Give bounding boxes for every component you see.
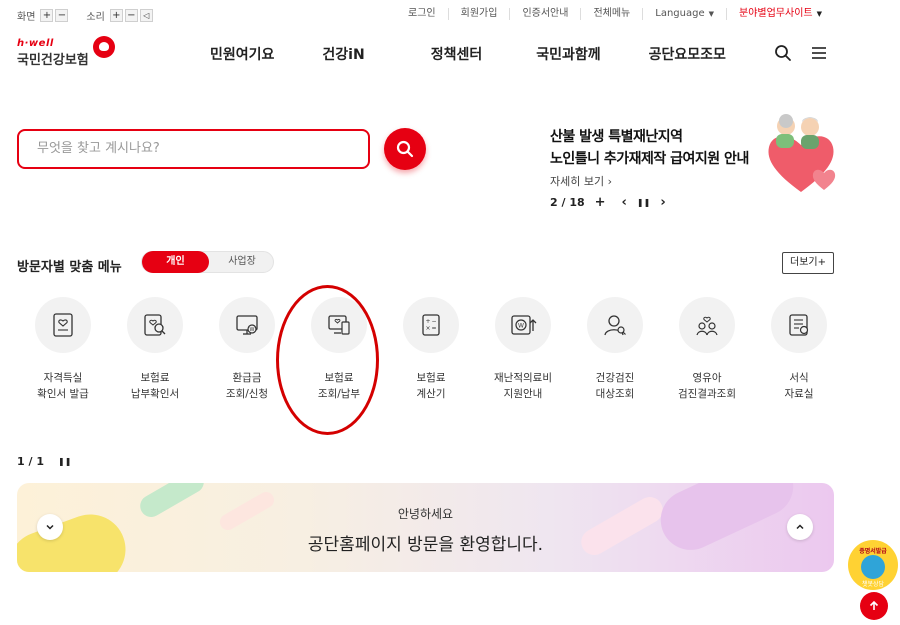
tab-individual[interactable]: 개인 <box>142 251 209 273</box>
all-menu-link[interactable]: 전체메뉴 <box>580 8 642 20</box>
won-support-icon: W <box>495 297 551 353</box>
elderly-couple-heart-illustration <box>768 114 836 192</box>
sound-label: 소리 <box>86 12 105 23</box>
menu-page-counter: 1 / 1 <box>17 455 44 468</box>
menu-item-label: 건강검진 대상조회 <box>595 372 635 400</box>
banner-controls: 2 / 18 + ‹ ❚❚ › <box>550 195 666 210</box>
signup-link[interactable]: 회원가입 <box>447 8 510 20</box>
banner-plus-button[interactable]: + <box>595 195 606 210</box>
monitor-refund-icon: W <box>219 297 275 353</box>
chatbot-badge-top: 증명서발급 <box>859 548 887 555</box>
visitor-type-toggle: 개인 사업장 <box>141 251 274 273</box>
more-button[interactable]: 더보기+ <box>782 252 834 274</box>
welcome-message: 공단홈페이지 방문을 환영합니다. <box>307 535 544 555</box>
banner-counter: 2 / 18 <box>550 196 585 209</box>
arrow-up-icon <box>869 600 879 610</box>
search-input[interactable]: 무엇을 찾고 계시나요? <box>17 129 370 169</box>
banner-next-button[interactable]: › <box>660 195 665 210</box>
menu-item-label: 보험료 계산기 <box>416 372 446 400</box>
red-circle-annotation <box>276 285 379 435</box>
person-search-icon <box>587 297 643 353</box>
screen-size-label: 화면 <box>17 12 36 23</box>
nav-civil-service[interactable]: 민원여기요 <box>210 44 274 64</box>
search-icon[interactable] <box>774 44 792 62</box>
form-document-icon <box>771 297 827 353</box>
banner-prev-button[interactable]: ‹ <box>622 195 627 210</box>
main-header: h·well 국민건강보험 민원여기요 건강iN 정책센터 국민과함께 공단요모… <box>0 30 900 80</box>
language-label: Language <box>655 8 705 19</box>
hamburger-menu-icon[interactable] <box>810 44 828 62</box>
calculator-icon: + − × = <box>403 297 459 353</box>
nav-health-in[interactable]: 건강iN <box>322 44 364 64</box>
visitor-menu-list: 자격득실 확인서 발급 보험료 납부확인서 W 환급금 조회/신청 보험료 조회… <box>17 297 837 417</box>
chevron-down-icon <box>46 524 54 530</box>
login-link[interactable]: 로그인 <box>396 8 448 20</box>
screen-zoom-out-button[interactable]: − <box>55 9 69 22</box>
nav-policy-center[interactable]: 정책센터 <box>431 44 483 64</box>
menu-pager: 1 / 1 ❚❚ <box>17 455 71 468</box>
menu-item-form-archive[interactable]: 서식 자료실 <box>753 297 845 402</box>
speaker-icon[interactable]: ◁ <box>139 9 153 22</box>
header-icons <box>774 44 828 62</box>
svg-text:×: × <box>425 325 430 332</box>
banner-pause-button[interactable]: ❚❚ <box>637 198 650 207</box>
search-icon <box>396 140 414 158</box>
visitor-menu-title: 방문자별 맞춤 메뉴 <box>17 260 122 275</box>
language-select[interactable]: Language ▼ <box>642 8 726 20</box>
search-submit-button[interactable] <box>384 128 426 170</box>
chatbot-mascot-icon <box>861 555 885 579</box>
menu-pause-button[interactable]: ❚❚ <box>58 457 71 466</box>
site-logo[interactable]: h·well 국민건강보험 <box>17 36 115 68</box>
field-site-select[interactable]: 분야별업무사이트 ▼ <box>726 8 834 20</box>
welcome-greeting: 안녕하세요 <box>397 507 454 521</box>
volume-up-button[interactable]: + <box>109 9 123 22</box>
svg-text:=: = <box>431 325 436 332</box>
logo-name: 국민건강보험 <box>17 53 89 68</box>
banner-more-link[interactable]: 자세히 보기 › <box>550 173 612 189</box>
caret-down-icon: ▼ <box>708 10 714 18</box>
menu-item-label: 보험료 납부확인서 <box>130 372 180 400</box>
banner-title-line2: 노인틀니 추가재제작 급여지원 안내 <box>550 151 749 167</box>
svg-text:W: W <box>250 327 255 333</box>
logo-hwell: h·well <box>17 38 54 49</box>
welcome-collapse-button[interactable] <box>787 514 813 540</box>
document-search-icon <box>127 297 183 353</box>
field-site-label: 분야별업무사이트 <box>739 8 813 19</box>
svg-text:−: − <box>431 318 436 325</box>
tab-business[interactable]: 사업장 <box>209 252 275 272</box>
utility-links: 로그인 회원가입 인증서안내 전체메뉴 Language ▼ 분야별업무사이트 ▼ <box>396 8 834 20</box>
menu-item-label: 서식 자료실 <box>784 372 814 400</box>
nav-about-agency[interactable]: 공단요모조모 <box>649 44 726 64</box>
id-card-heart-icon <box>35 297 91 353</box>
chevron-up-icon <box>796 524 804 530</box>
menu-item-health-checkup-target[interactable]: 건강검진 대상조회 <box>569 297 661 402</box>
caret-down-icon: ▼ <box>816 10 822 18</box>
nav-with-people[interactable]: 국민과함께 <box>536 44 600 64</box>
svg-text:W: W <box>518 323 524 330</box>
banner-title[interactable]: 산불 발생 특별재난지역 노인틀니 추가재제작 급여지원 안내 <box>550 126 749 170</box>
welcome-banner: 안녕하세요 공단홈페이지 방문을 환영합니다. <box>17 483 834 572</box>
menu-item-payment-confirmation[interactable]: 보험료 납부확인서 <box>109 297 201 402</box>
global-nav: 민원여기요 건강iN 정책센터 국민과함께 공단요모조모 <box>190 44 726 64</box>
menu-item-catastrophic-medical[interactable]: W 재난적의료비 지원안내 <box>477 297 569 402</box>
menu-item-label: 영유아 검진결과조회 <box>678 372 736 400</box>
utility-bar: 화면 + − 소리 + − ◁ 로그인 회원가입 인증서안내 전체메뉴 Lang… <box>0 0 900 30</box>
svg-text:+: + <box>425 318 430 325</box>
banner-title-line1: 산불 발생 특별재난지역 <box>550 129 683 145</box>
menu-item-premium-calculator[interactable]: + − × = 보험료 계산기 <box>385 297 477 402</box>
heart-logo-icon <box>93 36 115 58</box>
menu-item-infant-checkup-result[interactable]: 영유아 검진결과조회 <box>661 297 753 402</box>
screen-zoom-in-button[interactable]: + <box>40 9 54 22</box>
accessibility-controls: 화면 + − 소리 + − ◁ <box>17 8 155 23</box>
welcome-expand-button[interactable] <box>37 514 63 540</box>
scroll-top-button[interactable] <box>860 592 888 620</box>
chatbot-badge[interactable]: 증명서발급 챗봇상담 <box>848 540 898 590</box>
certificate-guide-link[interactable]: 인증서안내 <box>509 8 580 20</box>
menu-item-qualification-certificate[interactable]: 자격득실 확인서 발급 <box>17 297 109 402</box>
volume-down-button[interactable]: − <box>124 9 138 22</box>
menu-item-label: 재난적의료비 지원안내 <box>494 372 552 400</box>
chatbot-badge-bottom: 챗봇상담 <box>861 581 885 588</box>
menu-item-label: 자격득실 확인서 발급 <box>37 372 89 400</box>
children-icon <box>679 297 735 353</box>
